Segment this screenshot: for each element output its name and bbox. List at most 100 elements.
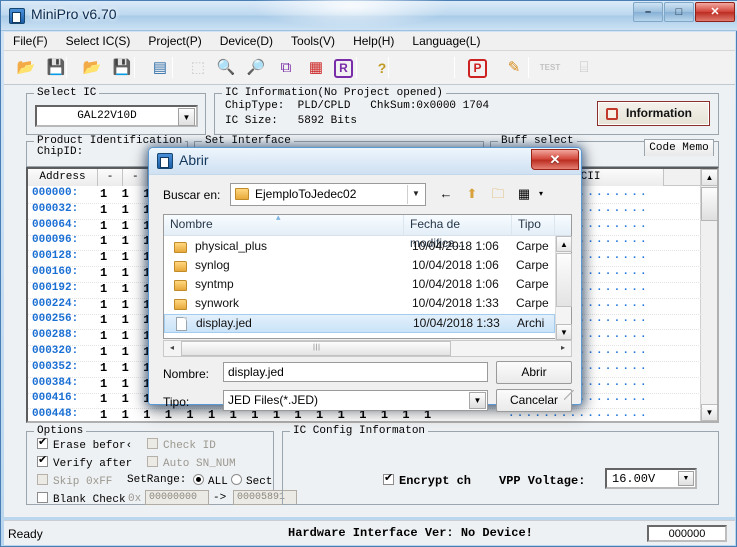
file-modified-date: 10/04/2018 1:33 xyxy=(413,316,500,330)
menu-device[interactable]: Device(D) xyxy=(211,32,282,51)
toolbar: 📂 💾 📂 💾 ▤ ⬚ 🔍 🔎 ⧉ ▦ R? P ✎ TEST ⌸ xyxy=(4,51,735,85)
ic-size-line: IC Size: 5892 Bits xyxy=(225,115,358,127)
chevron-down-icon[interactable]: ▼ xyxy=(178,108,195,126)
scrollbar-grip-icon: ∣∣∣ xyxy=(312,344,320,351)
program-icon[interactable]: ⧉ xyxy=(274,56,298,80)
select-ic-group: Select IC GAL22V10D ▼ xyxy=(26,87,206,135)
scroll-up-icon[interactable]: ▲ xyxy=(556,236,572,252)
menu-file[interactable]: File(F) xyxy=(4,32,57,51)
maximize-button[interactable]: □ xyxy=(664,2,694,22)
programmer-icon[interactable]: P xyxy=(468,59,487,78)
hex-row-address: 000320: xyxy=(32,345,79,357)
view-mode-chevron-icon[interactable]: ▾ xyxy=(535,184,547,205)
tab-code-memo[interactable]: Code Memo xyxy=(644,139,714,156)
toolbar-separator xyxy=(528,57,529,78)
file-list[interactable]: Nombre Fecha de modifica... Tipo ▴ ▲ ▼ phys… xyxy=(163,212,572,340)
select-ic-combo[interactable]: GAL22V10D ▼ xyxy=(35,105,198,127)
fill-icon[interactable]: ▦ xyxy=(304,56,328,80)
new-folder-icon[interactable]: 🗀 xyxy=(487,184,509,205)
minimize-icon: – xyxy=(644,6,652,18)
file-list-hscrollbar-thumb[interactable]: ∣∣∣ xyxy=(181,341,451,356)
ic-information-group-title: IC Information(No Project opened) xyxy=(222,87,446,99)
close-button[interactable]: ✕ xyxy=(695,2,735,22)
scroll-right-icon[interactable]: ▸ xyxy=(555,341,571,356)
reset-icon[interactable]: R xyxy=(334,59,353,78)
dialog-open-button[interactable]: Abrir xyxy=(496,361,572,384)
encrypt-chip-checkbox[interactable]: Encrypt ch xyxy=(383,471,471,488)
verify-after-check-icon xyxy=(37,453,48,467)
check-id-checkbox: Check ID xyxy=(147,438,216,452)
file-type-combo[interactable]: JED Files(*.JED) ▼ xyxy=(223,390,488,411)
buffer-icon[interactable]: ▤ xyxy=(148,56,172,80)
file-list-vertical-scrollbar[interactable]: ▲ ▼ xyxy=(555,236,572,340)
hex-prefix-label: 0x xyxy=(128,493,142,505)
hex-address-header: Address xyxy=(28,169,98,186)
menu-language[interactable]: Language(L) xyxy=(403,32,489,51)
verify-icon[interactable]: 🔎 xyxy=(244,56,268,80)
information-button[interactable]: Information xyxy=(597,101,710,126)
open-project-icon[interactable]: 📂 xyxy=(80,56,104,80)
chevron-down-icon[interactable]: ▼ xyxy=(469,392,486,409)
file-list-item[interactable]: display.jed 10/04/2018 1:33 Archi xyxy=(164,314,555,333)
dialog-close-button[interactable]: ✕ xyxy=(531,149,579,170)
file-list-scrollbar-thumb[interactable] xyxy=(556,253,572,307)
window-titlebar[interactable]: MiniPro v6.70 – □ ✕ xyxy=(1,0,737,31)
range-all-radio[interactable]: ALL xyxy=(193,474,228,488)
save-icon[interactable]: 💾 xyxy=(44,56,68,80)
up-folder-icon[interactable]: ⬆ xyxy=(461,184,483,205)
help-icon[interactable]: ? xyxy=(370,56,394,80)
scroll-left-icon[interactable]: ◂ xyxy=(164,341,180,356)
toolbar-separator xyxy=(134,57,135,78)
file-list-item[interactable]: synlog 10/04/2018 1:06 Carpe xyxy=(164,257,555,276)
range-sect-radio[interactable]: Sect xyxy=(231,474,272,488)
file-list-item[interactable]: syntmp 10/04/2018 1:06 Carpe xyxy=(164,276,555,295)
hex-byte-header: - xyxy=(123,169,149,186)
file-modified-date: 10/04/2018 1:06 xyxy=(412,277,499,291)
file-list-column-header[interactable]: Tipo xyxy=(512,215,555,235)
back-icon[interactable]: ← xyxy=(435,184,457,205)
minimize-button[interactable]: – xyxy=(633,2,663,22)
chevron-down-icon[interactable]: ▼ xyxy=(678,471,694,486)
set-interface-group-title: Set Interface xyxy=(202,135,294,147)
dialog-cancel-button[interactable]: Cancelar xyxy=(496,389,572,412)
erase-before-checkbox[interactable]: Erase befor‹ xyxy=(37,435,132,452)
vpp-voltage-combo[interactable]: 16.00V ▼ xyxy=(605,468,697,489)
hex-row-address: 000224: xyxy=(32,297,79,310)
file-list-horizontal-scrollbar[interactable]: ◂ ∣∣∣ ▸ xyxy=(163,340,572,357)
file-type: Carpe xyxy=(516,277,549,291)
menu-project[interactable]: Project(P) xyxy=(139,32,210,51)
look-in-combo[interactable]: EjemploToJedec02 ▼ xyxy=(230,183,426,206)
file-name-input[interactable]: display.jed xyxy=(223,362,488,382)
dialog-open-label: Abrir xyxy=(521,365,547,379)
file-type: Carpe xyxy=(516,239,549,253)
open-icon[interactable]: 📂 xyxy=(14,56,38,80)
toolbar-separator xyxy=(454,57,455,78)
menu-select-ic[interactable]: Select IC(S) xyxy=(57,32,140,51)
scroll-down-icon[interactable]: ▼ xyxy=(556,324,572,340)
check-id-check-icon xyxy=(147,438,158,449)
file-list-column-header[interactable]: Fecha de modifica... xyxy=(404,215,512,250)
hex-scrollbar-thumb[interactable] xyxy=(701,187,717,221)
dialog-titlebar[interactable]: Abrir ✕ xyxy=(149,148,581,175)
file-list-column-header[interactable]: Nombre xyxy=(164,215,404,235)
device-id-icon: ⬚ xyxy=(190,59,206,76)
menu-tools[interactable]: Tools(V) xyxy=(282,32,344,51)
edit-icon[interactable]: ✎ xyxy=(502,56,526,80)
menu-help[interactable]: Help(H) xyxy=(344,32,403,51)
chevron-down-icon[interactable]: ▼ xyxy=(407,185,424,204)
encrypt-check-icon xyxy=(383,471,394,485)
sort-ascending-icon: ▴ xyxy=(276,212,281,222)
look-in-value: EjemploToJedec02 xyxy=(255,187,357,201)
dialog-resize-grip[interactable] xyxy=(564,390,574,400)
file-list-item[interactable]: synwork 10/04/2018 1:33 Carpe xyxy=(164,295,555,314)
blank-check-checkbox[interactable]: Blank Check xyxy=(37,492,126,506)
read-chip-icon[interactable]: 🔍 xyxy=(214,56,238,80)
ic-config-group-title: IC Config Informaton xyxy=(290,425,429,437)
scroll-down-icon[interactable]: ▼ xyxy=(701,404,717,421)
save-project-icon[interactable]: 💾 xyxy=(110,56,134,80)
ic-information-group: IC Information(No Project opened) ChipTy… xyxy=(214,87,719,135)
view-mode-icon[interactable]: ▦ xyxy=(513,184,535,205)
verify-after-checkbox[interactable]: Verify after xyxy=(37,453,132,470)
file-list-item[interactable]: physical_plus 10/04/2018 1:06 Carpe xyxy=(164,238,555,257)
scroll-up-icon[interactable]: ▲ xyxy=(701,169,717,186)
